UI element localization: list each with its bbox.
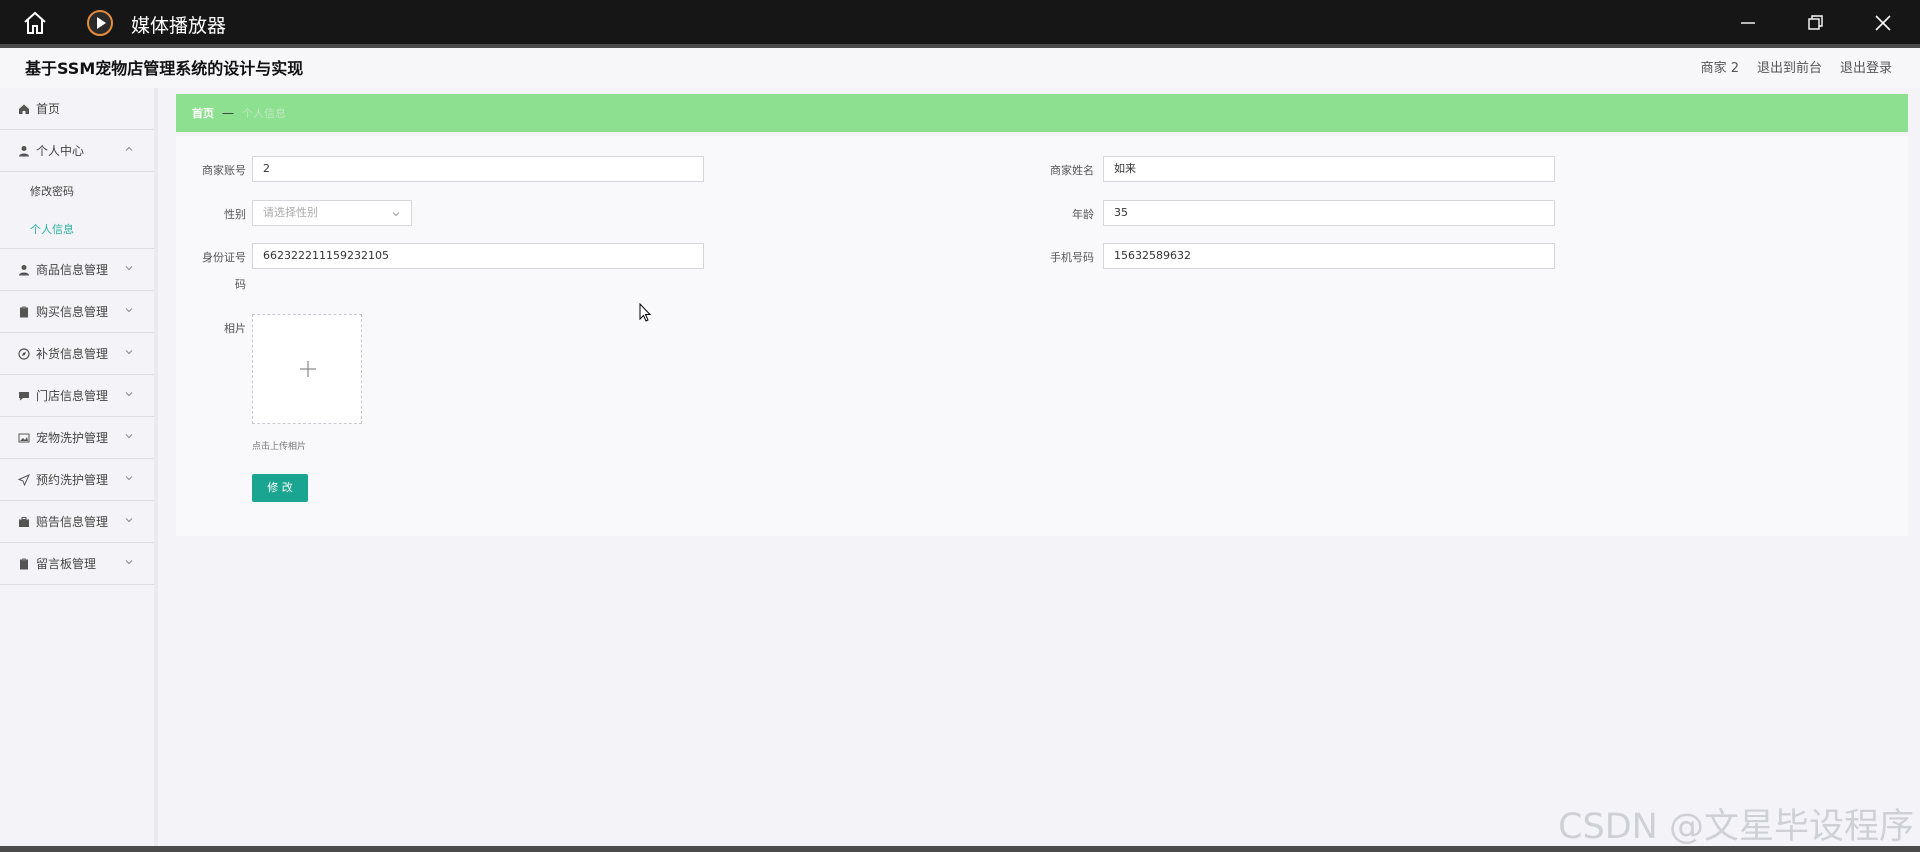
- home-icon[interactable]: [20, 8, 50, 38]
- close-icon[interactable]: [1871, 11, 1895, 35]
- sidebar-item-label: 个人中心: [36, 144, 85, 158]
- sidebar-item-label: 门店信息管理: [36, 389, 109, 403]
- to-frontend-link[interactable]: 退出到前台: [1757, 57, 1822, 76]
- window-titlebar: 媒体播放器: [0, 0, 1920, 44]
- chevron-down-icon: [125, 266, 133, 271]
- sidebar-subitem-change-password[interactable]: 修改密码: [0, 172, 154, 210]
- sidebar: 首页 个人中心 修改密码 个人信息 商品信息管理 购买信息管理 补货信息管理 门…: [0, 88, 158, 848]
- plus-icon: [300, 361, 316, 377]
- sidebar-item-message-board[interactable]: 留言板管理: [0, 543, 154, 585]
- user-icon: [19, 145, 29, 156]
- sidebar-item-booking[interactable]: 预约洗护管理: [0, 459, 154, 501]
- compass-icon: [18, 347, 30, 360]
- logout-link[interactable]: 退出登录: [1840, 57, 1892, 76]
- sidebar-item-label: 留言板管理: [36, 557, 97, 571]
- upload-tip: 点击上传相片: [252, 442, 307, 452]
- breadcrumb-separator: —: [222, 106, 234, 120]
- breadcrumb: 首页 — 个人信息: [176, 94, 1908, 132]
- sidebar-item-personal-center[interactable]: 个人中心: [0, 130, 154, 172]
- system-title: 基于SSM宠物店管理系统的设计与实现: [25, 59, 304, 78]
- gender-placeholder: 请选择性别: [263, 206, 318, 219]
- send-icon: [18, 473, 30, 486]
- sidebar-item-label: 预约洗护管理: [36, 473, 109, 487]
- name-label: 商家姓名: [1050, 164, 1094, 177]
- clipboard-icon: [20, 558, 28, 569]
- idcard-label-wrap: 码: [235, 278, 246, 291]
- sidebar-subitem-personal-info[interactable]: 个人信息: [0, 210, 154, 248]
- gender-select[interactable]: 请选择性别: [252, 200, 412, 226]
- chevron-down-icon: [125, 434, 133, 439]
- sidebar-item-compensation[interactable]: 赔告信息管理: [0, 501, 154, 543]
- chevron-down-icon: [125, 350, 133, 355]
- gender-label: 性别: [224, 208, 246, 221]
- idcard-field[interactable]: 662322211159232105: [252, 243, 704, 269]
- personal-info-form: 商家账号 2 商家姓名 如来 性别 请选择性别 年龄 35 身份证号 码 662…: [176, 136, 1908, 536]
- chevron-down-icon: [125, 308, 133, 313]
- chevron-down-icon: [125, 560, 133, 565]
- account-label: 商家账号: [202, 164, 246, 177]
- phone-label: 手机号码: [1050, 251, 1094, 264]
- phone-field[interactable]: 15632589632: [1103, 243, 1555, 269]
- clipboard-icon: [20, 306, 28, 317]
- home-icon: [19, 104, 29, 114]
- age-label: 年龄: [1072, 208, 1094, 221]
- chevron-down-icon: [392, 212, 400, 217]
- sidebar-item-purchase[interactable]: 购买信息管理: [0, 291, 154, 333]
- account-field[interactable]: 2: [252, 156, 704, 182]
- chevron-down-icon: [125, 476, 133, 481]
- minimize-icon[interactable]: [1736, 11, 1760, 35]
- submenu-personal-center: 修改密码 个人信息: [0, 172, 154, 249]
- restore-icon[interactable]: [1803, 11, 1827, 35]
- sidebar-item-home[interactable]: 首页: [0, 88, 154, 130]
- user-icon: [19, 264, 29, 275]
- sidebar-item-restock[interactable]: 补货信息管理: [0, 333, 154, 375]
- bottom-bar: [0, 846, 1920, 852]
- sidebar-item-pet-care[interactable]: 宠物洗护管理: [0, 417, 154, 459]
- current-user: 商家 2: [1700, 61, 1739, 76]
- modify-button[interactable]: 修 改: [252, 474, 308, 502]
- sidebar-item-label: 补货信息管理: [36, 347, 109, 361]
- play-icon: [87, 10, 113, 36]
- photo-upload-box[interactable]: [252, 314, 362, 424]
- breadcrumb-current: 个人信息: [242, 107, 286, 120]
- app-header: 基于SSM宠物店管理系统的设计与实现 商家 2 退出到前台 退出登录: [0, 48, 1920, 88]
- chevron-down-icon: [125, 518, 133, 523]
- sidebar-item-label: 赔告信息管理: [36, 515, 109, 529]
- sidebar-item-store[interactable]: 门店信息管理: [0, 375, 154, 417]
- sidebar-item-label: 购买信息管理: [36, 305, 109, 319]
- sidebar-item-label: 商品信息管理: [36, 263, 109, 277]
- idcard-label: 身份证号: [202, 251, 246, 264]
- chat-icon: [19, 391, 29, 400]
- header-actions: 商家 2 退出到前台 退出登录: [1701, 57, 1892, 76]
- sidebar-item-goods[interactable]: 商品信息管理: [0, 249, 154, 291]
- briefcase-icon: [19, 516, 29, 527]
- watermark: CSDN @文星毕设程序: [1558, 807, 1914, 847]
- breadcrumb-home[interactable]: 首页: [192, 105, 214, 121]
- chevron-down-icon: [125, 392, 133, 397]
- sidebar-item-label: 宠物洗护管理: [36, 431, 109, 445]
- age-field[interactable]: 35: [1103, 200, 1555, 226]
- sidebar-item-label: 首页: [36, 102, 61, 116]
- picture-icon: [18, 433, 30, 442]
- window-title: 媒体播放器: [131, 15, 227, 37]
- chevron-up-icon: [125, 146, 133, 151]
- mouse-cursor-icon: [639, 303, 652, 322]
- name-field[interactable]: 如来: [1103, 156, 1555, 182]
- photo-label: 相片: [224, 322, 246, 335]
